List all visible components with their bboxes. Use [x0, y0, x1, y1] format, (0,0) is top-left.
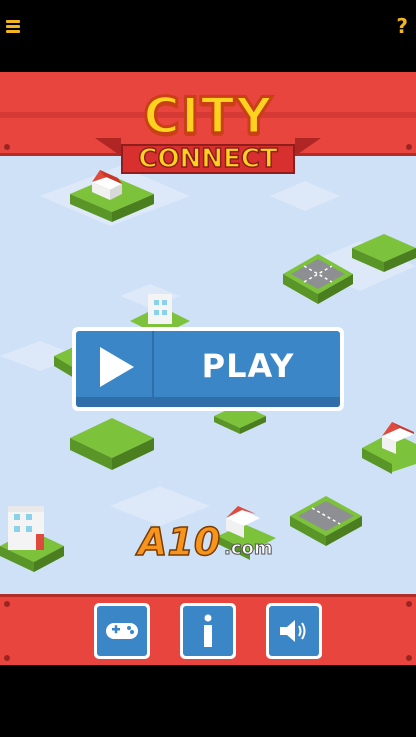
tile-grass-big [70, 418, 154, 470]
ribbon-tail-left [95, 138, 121, 156]
a10-domain-text: .com [224, 538, 274, 560]
bolt-icon [4, 655, 10, 661]
speaker-icon [280, 620, 306, 642]
game-screen: ? CITY CONNECT PLAY A10 .com [0, 0, 416, 737]
tile-crossroad-bottom-right [290, 496, 362, 546]
bottom-bar [0, 665, 416, 737]
tile-house-right [362, 422, 416, 474]
sound-button-face [269, 606, 319, 656]
play-triangle-icon [100, 347, 134, 387]
a10-sponsor-logo[interactable]: A10 .com [137, 519, 278, 565]
ribbon-tail-right [295, 138, 321, 156]
gamepad-icon [106, 623, 138, 639]
help-button[interactable]: ? [396, 14, 408, 38]
play-button-divider [152, 331, 154, 407]
bolt-icon [406, 601, 412, 607]
logo-title-city: CITY [142, 86, 274, 147]
info-button-face [183, 606, 233, 656]
info-icon [204, 614, 212, 647]
more-games-button[interactable] [94, 603, 150, 659]
bolt-icon [406, 655, 412, 661]
bolt-icon [406, 144, 412, 150]
game-logo: CITY CONNECT [95, 86, 321, 186]
logo-title-connect: CONNECT [138, 143, 279, 175]
play-button[interactable]: PLAY [72, 327, 344, 411]
info-button[interactable] [180, 603, 236, 659]
hamburger-menu-icon[interactable] [6, 20, 20, 34]
more-games-button-face [97, 606, 147, 656]
sound-button[interactable] [266, 603, 322, 659]
a10-brand-text: A10 [137, 519, 221, 565]
tile-tower-bottom-left [0, 506, 64, 572]
top-bar: ? [0, 0, 416, 72]
play-button-label: PLAY [201, 347, 295, 385]
play-button-face: PLAY [76, 331, 340, 407]
bolt-icon [4, 601, 10, 607]
bolt-icon [4, 144, 10, 150]
